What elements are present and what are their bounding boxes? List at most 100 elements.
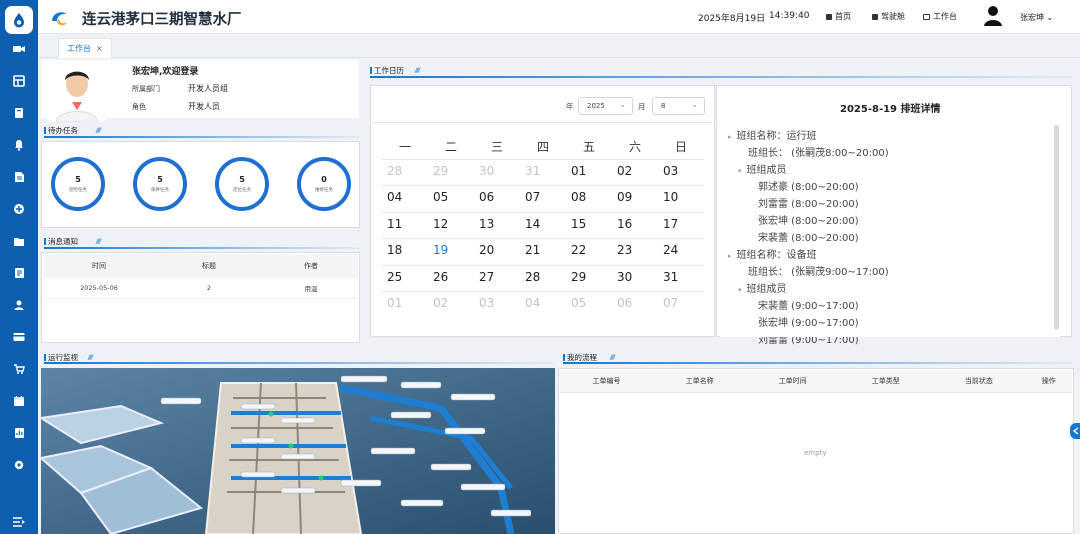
calendar-day[interactable]: 25 (382, 264, 428, 291)
close-icon[interactable]: × (96, 44, 103, 53)
calendar-day[interactable]: 03 (658, 159, 704, 185)
calendar-day[interactable]: 20 (474, 238, 520, 264)
brand-logo-icon (52, 12, 67, 26)
dashboard-icon[interactable] (9, 71, 29, 91)
calendar-day[interactable]: 15 (566, 211, 612, 238)
collapse-menu-icon[interactable] (9, 512, 29, 532)
duty-tree-item[interactable]: 张宏坤 (9:00~17:00) (758, 314, 859, 329)
calendar-day[interactable]: 11 (382, 211, 428, 238)
todo-label: 保养任务 (151, 188, 169, 193)
year-select[interactable]: 2025 ⌄ (578, 97, 633, 115)
home-button[interactable]: 首页 (826, 11, 851, 22)
duty-tree-item[interactable]: ▸ 班组名称：设备班 (728, 246, 817, 261)
calendar-day[interactable]: 24 (658, 238, 704, 264)
table-row[interactable]: 2025-05-06 2 用温 (44, 278, 358, 299)
calendar-day[interactable]: 29 (566, 264, 612, 291)
calendar-day[interactable]: 09 (612, 185, 658, 211)
calendar-day[interactable]: 01 (382, 291, 428, 317)
duty-tree-item[interactable]: 班组长： (张嗣茂8:00~20:00) (748, 144, 889, 159)
calendar-day[interactable]: 04 (520, 291, 566, 317)
chart-doc-icon[interactable] (9, 423, 29, 443)
calendar-day[interactable]: 02 (428, 291, 474, 317)
book-icon[interactable] (9, 103, 29, 123)
calendar-day[interactable]: 19 (428, 238, 474, 264)
calendar-day[interactable]: 01 (566, 159, 612, 185)
todo-locate[interactable]: 5 定位任务 (215, 157, 269, 211)
duty-tree-label: 张宏坤 (8:00~20:00) (758, 216, 859, 227)
workbench-button[interactable]: 工作台 (923, 11, 957, 22)
duty-tree-item[interactable]: 宋裴蕾 (8:00~20:00) (758, 229, 859, 244)
calendar-day[interactable]: 02 (612, 159, 658, 185)
folder-icon[interactable] (9, 231, 29, 251)
duty-tree-item[interactable]: ▾ 班组成员 (738, 280, 787, 295)
tab-workbench[interactable]: 工作台 × (58, 38, 112, 58)
home-label: 首页 (835, 12, 851, 21)
todo-patrol[interactable]: 5 巡检任务 (51, 157, 105, 211)
settings-icon[interactable] (9, 455, 29, 475)
expand-icon[interactable]: ▸ (728, 133, 732, 141)
todo-label: 巡检任务 (69, 188, 87, 193)
calendar-day[interactable]: 05 (566, 291, 612, 317)
calendar-day[interactable]: 17 (658, 211, 704, 238)
expand-icon[interactable]: ▸ (728, 252, 732, 260)
calendar-day[interactable]: 07 (520, 185, 566, 211)
calendar-day[interactable]: 13 (474, 211, 520, 238)
report-icon[interactable] (9, 263, 29, 283)
calendar-day[interactable]: 14 (520, 211, 566, 238)
calendar-day[interactable]: 31 (520, 159, 566, 185)
user-avatar-icon[interactable] (983, 5, 1003, 27)
bell-icon[interactable] (9, 135, 29, 155)
duty-tree-item[interactable]: ▾ 班组成员 (738, 161, 787, 176)
calendar-day[interactable]: 06 (474, 185, 520, 211)
user-menu[interactable]: 张宏坤 ⌄ (1020, 12, 1053, 23)
duty-tree-item[interactable]: 宋裴蕾 (9:00~17:00) (758, 297, 859, 312)
document-icon[interactable] (9, 167, 29, 187)
calendar-day[interactable]: 05 (428, 185, 474, 211)
calendar-day[interactable]: 22 (566, 238, 612, 264)
card-icon[interactable] (9, 327, 29, 347)
todo-label: 定位任务 (233, 188, 251, 193)
calendar-day[interactable]: 30 (612, 264, 658, 291)
expand-icon[interactable]: ▾ (738, 167, 742, 175)
calendar-day[interactable]: 31 (658, 264, 704, 291)
calendar-day[interactable]: 18 (382, 238, 428, 264)
calendar-day[interactable]: 06 (612, 291, 658, 317)
todo-maintenance[interactable]: 5 保养任务 (133, 157, 187, 211)
calendar-day[interactable]: 08 (566, 185, 612, 211)
duty-tree-item[interactable]: 刘雷雷 (8:00~20:00) (758, 195, 859, 210)
duty-tree-item[interactable]: 班组长： (张嗣茂9:00~17:00) (748, 263, 889, 278)
calendar-day[interactable]: 07 (658, 291, 704, 317)
user-icon[interactable] (9, 295, 29, 315)
calendar-day[interactable]: 29 (428, 159, 474, 185)
duty-scrollbar[interactable] (1054, 125, 1059, 330)
calendar-day[interactable]: 12 (428, 211, 474, 238)
plant-monitor-view[interactable] (41, 368, 555, 534)
calendar-day[interactable]: 27 (474, 264, 520, 291)
expand-icon[interactable]: ▾ (738, 286, 742, 294)
video-icon[interactable] (9, 39, 29, 59)
calendar-day[interactable]: 04 (382, 185, 428, 211)
cart-icon[interactable] (9, 359, 29, 379)
calendar-day[interactable]: 30 (474, 159, 520, 185)
calendar-day[interactable]: 28 (382, 159, 428, 185)
month-select[interactable]: 8 ⌄ (652, 97, 705, 115)
duty-tree-item[interactable]: 张宏坤 (8:00~20:00) (758, 212, 859, 227)
calendar-icon[interactable] (9, 391, 29, 411)
add-circle-icon[interactable] (9, 199, 29, 219)
calendar-day[interactable]: 03 (474, 291, 520, 317)
calendar-day[interactable]: 21 (520, 238, 566, 264)
duty-tree-item[interactable]: ▸ 班组名称：运行班 (728, 127, 817, 142)
calendar-day[interactable]: 28 (520, 264, 566, 291)
chevron-down-icon: ⌄ (1046, 13, 1054, 22)
cockpit-button[interactable]: 驾驶舱 (872, 11, 905, 22)
column-header: 操作 (1025, 370, 1072, 393)
side-panel-toggle[interactable] (1070, 423, 1080, 439)
todo-repair[interactable]: 0 维修任务 (297, 157, 351, 211)
calendar-day[interactable]: 10 (658, 185, 704, 211)
duty-tree-item[interactable]: 郭述豪 (8:00~20:00) (758, 178, 859, 193)
app-logo[interactable] (5, 6, 33, 34)
calendar-day[interactable]: 16 (612, 211, 658, 238)
weekday: 四 (536, 140, 549, 154)
calendar-day[interactable]: 23 (612, 238, 658, 264)
calendar-day[interactable]: 26 (428, 264, 474, 291)
